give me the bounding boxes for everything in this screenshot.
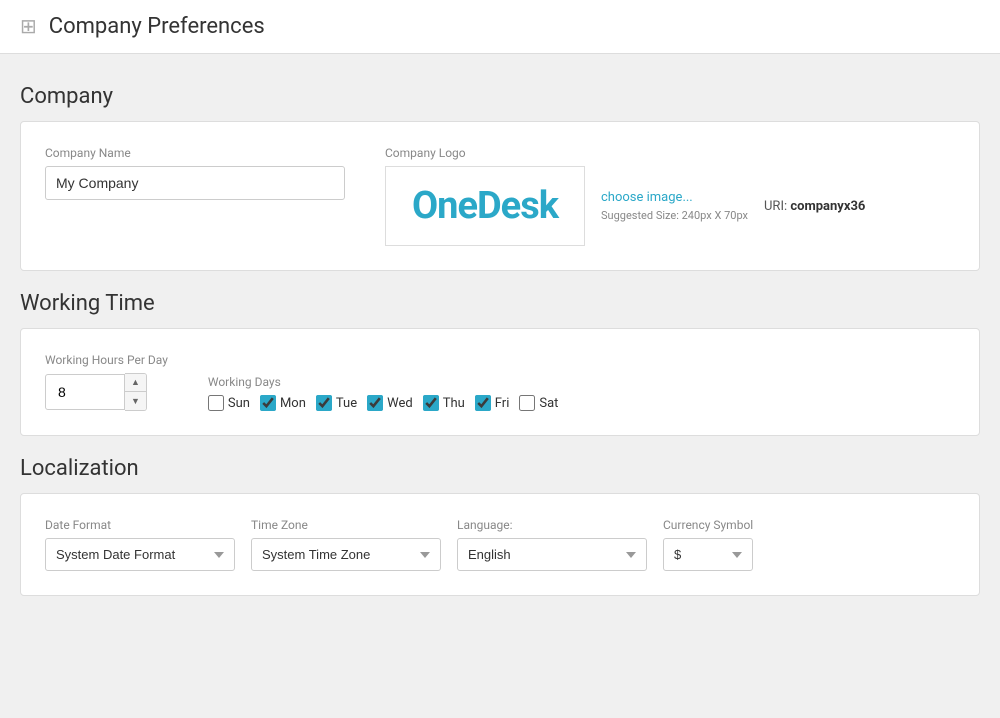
working-days-group: Working Days Sun Mon Tue Wed Thu Fri Sat [208,375,559,411]
day-label-sun: Sun [228,396,250,411]
spinner-up-button[interactable]: ▲ [125,374,146,392]
day-label-fri: Fri [495,396,510,411]
working-time-title: Working Time [20,291,980,316]
localization-card: Date Format System Date Format MM/DD/YYY… [20,493,980,596]
days-checkboxes: Sun Mon Tue Wed Thu Fri Sat [208,395,559,411]
uri-prefix: URI: companyx36 [764,199,865,214]
page-header: Company Preferences [0,0,1000,54]
day-checkbox-tue[interactable] [316,395,332,411]
working-time-section: Working Time Working Hours Per Day ▲ ▼ [20,291,980,436]
working-days-label: Working Days [208,375,559,389]
day-checkbox-thu[interactable] [423,395,439,411]
company-logo-label: Company Logo [385,146,865,160]
day-checkbox-sun[interactable] [208,395,224,411]
localization-title: Localization [20,456,980,481]
day-label-thu: Thu [443,396,465,411]
company-section-title: Company [20,84,980,109]
day-item-fri: Fri [475,395,510,411]
company-section: Company Company Name Company Logo OneDes… [20,84,980,271]
date-format-label: Date Format [45,518,235,532]
language-group: Language: English French Spanish German [457,518,647,571]
language-select[interactable]: English French Spanish German [457,538,647,571]
day-checkbox-mon[interactable] [260,395,276,411]
hours-per-day-group: Working Hours Per Day ▲ ▼ [45,353,168,411]
day-item-sun: Sun [208,395,250,411]
currency-select[interactable]: $ € £ ¥ [663,538,753,571]
spinner-buttons: ▲ ▼ [125,373,147,411]
day-label-tue: Tue [336,396,357,411]
day-label-sat: Sat [539,396,558,411]
logo-image: OneDesk [412,184,558,228]
company-card: Company Name Company Logo OneDesk choose… [20,121,980,271]
grid-icon [20,14,37,39]
currency-label: Currency Symbol [663,518,753,532]
company-logo-group: Company Logo OneDesk choose image... Sug… [385,146,865,246]
company-name-label: Company Name [45,146,345,160]
date-format-select[interactable]: System Date Format MM/DD/YYYY DD/MM/YYYY… [45,538,235,571]
day-item-thu: Thu [423,395,465,411]
company-name-group: Company Name [45,146,345,200]
suggested-size-text: Suggested Size: 240px X 70px [601,209,748,222]
day-item-sat: Sat [519,395,558,411]
timezone-group: Time Zone System Time Zone UTC EST PST [251,518,441,571]
logo-area: OneDesk choose image... Suggested Size: … [385,166,865,246]
day-label-mon: Mon [280,396,306,411]
day-checkbox-sat[interactable] [519,395,535,411]
localization-fields: Date Format System Date Format MM/DD/YYY… [45,518,955,571]
hours-spinner: ▲ ▼ [45,373,168,411]
uri-value: companyx36 [790,199,865,214]
page-content: Company Company Name Company Logo OneDes… [0,54,1000,636]
timezone-select[interactable]: System Time Zone UTC EST PST [251,538,441,571]
day-checkbox-wed[interactable] [367,395,383,411]
day-item-wed: Wed [367,395,413,411]
currency-group: Currency Symbol $ € £ ¥ [663,518,753,571]
logo-actions: choose image... Suggested Size: 240px X … [601,190,748,222]
uri-display: URI: companyx36 [764,198,865,214]
working-time-card: Working Hours Per Day ▲ ▼ Working Days [20,328,980,436]
day-checkbox-fri[interactable] [475,395,491,411]
hours-per-day-label: Working Hours Per Day [45,353,168,367]
page-title: Company Preferences [49,14,265,39]
choose-image-link[interactable]: choose image... [601,190,748,205]
language-label: Language: [457,518,647,532]
day-label-wed: Wed [387,396,413,411]
working-time-fields: Working Hours Per Day ▲ ▼ Working Days [45,353,955,411]
timezone-label: Time Zone [251,518,441,532]
logo-box: OneDesk [385,166,585,246]
day-item-tue: Tue [316,395,357,411]
date-format-group: Date Format System Date Format MM/DD/YYY… [45,518,235,571]
localization-section: Localization Date Format System Date For… [20,456,980,596]
company-fields: Company Name Company Logo OneDesk choose… [45,146,955,246]
company-name-input[interactable] [45,166,345,200]
hours-input[interactable] [45,374,125,410]
spinner-down-button[interactable]: ▼ [125,392,146,410]
day-item-mon: Mon [260,395,306,411]
